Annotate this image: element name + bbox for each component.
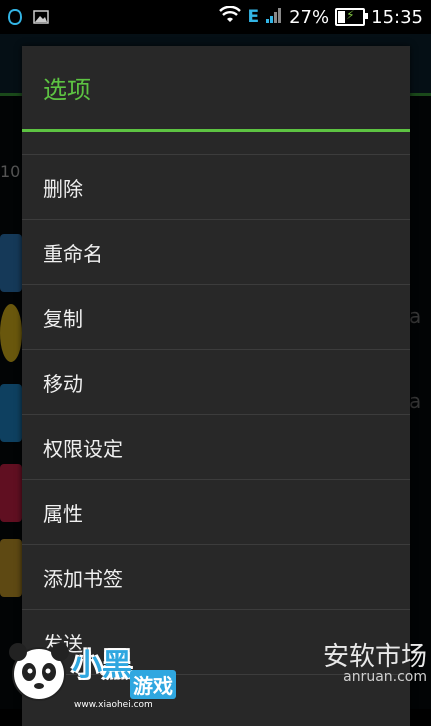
menu-item-move[interactable]: 移动: [22, 350, 410, 415]
clock: 15:35: [371, 6, 423, 28]
menu-item-delete[interactable]: 删除: [22, 155, 410, 220]
status-bar: E 27% ⚡ 15:35: [0, 0, 431, 34]
network-type: E: [247, 7, 260, 27]
menu-item-properties[interactable]: 属性: [22, 480, 410, 545]
watermark-store-name: 安软市场: [322, 642, 427, 672]
panda-icon: [9, 643, 69, 701]
notification-app-icon: [6, 8, 24, 26]
battery-icon: ⚡: [335, 8, 369, 26]
signal-icon: [265, 6, 283, 29]
watermark-store: 安软市场 anruan.com: [323, 636, 427, 685]
dialog-title: 选项: [22, 46, 410, 132]
options-dialog: 选项 删除 重命名 复制 移动 权限设定 属性 添加书签 发送: [22, 46, 410, 726]
menu-item-rename[interactable]: 重命名: [22, 220, 410, 285]
menu-item-permissions[interactable]: 权限设定: [22, 415, 410, 480]
watermark-brand-sub: 游戏: [130, 670, 176, 699]
watermark-brand: 小黑: [72, 648, 132, 683]
image-icon: [32, 8, 50, 26]
wifi-icon: [219, 5, 242, 29]
menu-item-add-bookmark[interactable]: 添加书签: [22, 545, 410, 610]
menu-item-copy[interactable]: 复制: [22, 285, 410, 350]
battery-percent: 27%: [289, 6, 330, 28]
divider: [22, 132, 410, 155]
